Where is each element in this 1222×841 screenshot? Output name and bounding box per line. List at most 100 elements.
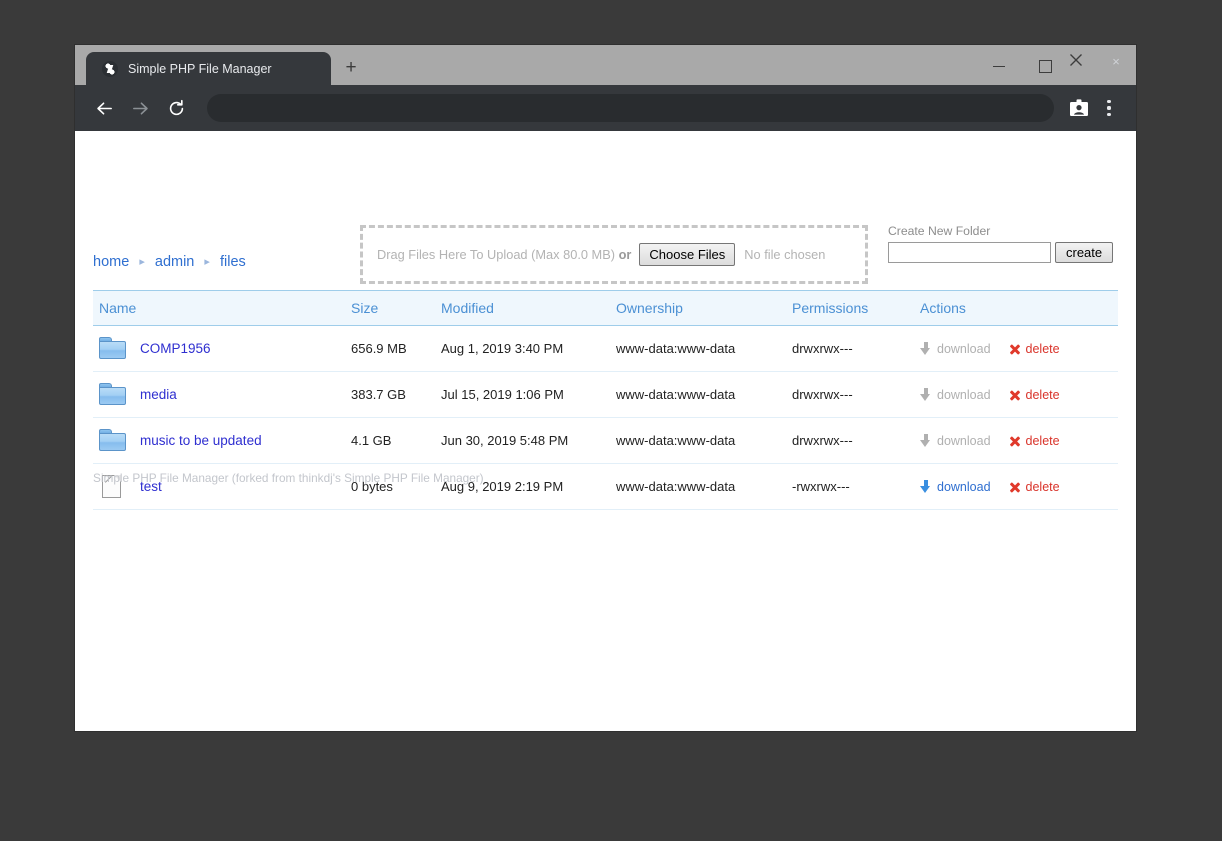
- cell-ownership: www-data:www-data: [616, 371, 792, 418]
- column-header-name[interactable]: Name: [93, 290, 351, 326]
- table-header-row: Name Size Modified Ownership Permissions…: [93, 290, 1118, 326]
- upload-dropzone[interactable]: Drag Files Here To Upload (Max 80.0 MB) …: [360, 225, 868, 284]
- cell-permissions: drwxrwx---: [792, 371, 920, 418]
- breadcrumb-item-home[interactable]: home: [93, 254, 129, 270]
- create-folder-row: create: [888, 242, 1114, 263]
- breadcrumb-item-admin[interactable]: admin: [155, 254, 195, 270]
- window-minimize-button[interactable]: [977, 53, 1021, 79]
- footer-credit: Simple PHP File Manager (forked from thi…: [93, 471, 484, 485]
- tab-title: Simple PHP File Manager: [128, 61, 272, 76]
- cell-name: COMP1956: [93, 325, 351, 372]
- upload-hint-or: or: [618, 247, 632, 262]
- cell-actions: download delete: [920, 325, 1118, 372]
- file-name-link[interactable]: COMP1956: [140, 341, 211, 356]
- cell-modified: Jul 15, 2019 1:06 PM: [441, 371, 616, 418]
- delete-label: delete: [1025, 387, 1060, 402]
- create-folder-button[interactable]: create: [1055, 242, 1114, 263]
- download-label: download: [937, 433, 991, 448]
- cell-ownership: www-data:www-data: [616, 417, 792, 464]
- download-arrow-icon: [920, 341, 931, 356]
- menu-dot: [1107, 106, 1111, 110]
- delete-label: delete: [1025, 433, 1060, 448]
- breadcrumb: home ▸ admin ▸ files: [93, 254, 246, 270]
- download-link[interactable]: download: [920, 479, 991, 494]
- upload-hint-text: Drag Files Here To Upload (Max 80.0 MB) …: [377, 247, 631, 262]
- cell-modified: Jun 30, 2019 5:48 PM: [441, 417, 616, 464]
- minimize-icon: [993, 65, 1005, 67]
- cell-actions: download delete: [920, 417, 1118, 464]
- download-link[interactable]: download: [920, 433, 991, 448]
- forward-button[interactable]: [125, 93, 155, 123]
- close-icon: [1070, 54, 1082, 66]
- download-link[interactable]: download: [920, 387, 991, 402]
- tab-strip: Simple PHP File Manager × +: [75, 45, 1136, 85]
- cell-modified: Aug 1, 2019 3:40 PM: [441, 325, 616, 372]
- cell-ownership: www-data:www-data: [616, 325, 792, 372]
- address-bar[interactable]: [207, 94, 1054, 122]
- profile-card-icon: [1070, 99, 1088, 116]
- window-maximize-button[interactable]: [1023, 53, 1067, 79]
- delete-label: delete: [1025, 341, 1060, 356]
- delete-label: delete: [1025, 479, 1060, 494]
- cell-name: media: [93, 371, 351, 418]
- maximize-icon: [1038, 59, 1052, 73]
- column-header-permissions[interactable]: Permissions: [792, 290, 920, 326]
- download-arrow-icon: [920, 479, 931, 494]
- column-header-ownership[interactable]: Ownership: [616, 290, 792, 326]
- breadcrumb-separator-icon: ▸: [204, 256, 210, 268]
- cell-actions: download delete: [920, 463, 1118, 510]
- profile-badge-icon[interactable]: [1066, 95, 1092, 121]
- column-header-actions: Actions: [920, 290, 1118, 326]
- table-row: media 383.7 GB Jul 15, 2019 1:06 PM www-…: [93, 371, 1118, 418]
- delete-link[interactable]: delete: [1009, 388, 1060, 402]
- download-link[interactable]: download: [920, 341, 991, 356]
- download-label: download: [937, 387, 991, 402]
- upload-hint-main: Drag Files Here To Upload (Max 80.0 MB): [377, 247, 616, 262]
- new-tab-button[interactable]: +: [338, 55, 364, 81]
- back-button[interactable]: [89, 93, 119, 123]
- folder-icon: [99, 383, 128, 406]
- breadcrumb-item-files[interactable]: files: [220, 254, 246, 270]
- delete-link[interactable]: delete: [1009, 342, 1060, 356]
- reload-icon: [169, 99, 183, 115]
- arrow-left-icon: [96, 101, 112, 115]
- cell-permissions: -rwxrwx---: [792, 463, 920, 510]
- new-folder-name-input[interactable]: [888, 242, 1051, 263]
- browser-tab[interactable]: Simple PHP File Manager: [86, 52, 331, 85]
- delete-link[interactable]: delete: [1009, 480, 1060, 494]
- column-header-modified[interactable]: Modified: [441, 290, 616, 326]
- delete-x-icon: [1009, 435, 1021, 447]
- folder-icon: [99, 337, 128, 360]
- delete-x-icon: [1009, 389, 1021, 401]
- cell-actions: download delete: [920, 371, 1118, 418]
- reload-button[interactable]: [161, 93, 191, 123]
- download-label: download: [937, 341, 991, 356]
- table-row: music to be updated 4.1 GB Jun 30, 2019 …: [93, 417, 1118, 464]
- create-folder-label: Create New Folder: [888, 224, 991, 238]
- choose-files-button[interactable]: Choose Files: [639, 243, 736, 266]
- no-file-chosen-label: No file chosen: [744, 247, 826, 262]
- php-file-manager-favicon: [102, 60, 118, 77]
- cell-size: 383.7 GB: [351, 371, 441, 418]
- browser-menu-icon[interactable]: [1096, 95, 1122, 121]
- cell-ownership: www-data:www-data: [616, 463, 792, 510]
- cell-permissions: drwxrwx---: [792, 325, 920, 372]
- create-folder-section: Create New Folder create: [888, 224, 1114, 263]
- folder-icon: [99, 429, 128, 452]
- file-name-link[interactable]: music to be updated: [140, 433, 262, 448]
- cell-size: 4.1 GB: [351, 417, 441, 464]
- download-arrow-icon: [920, 433, 931, 448]
- column-header-size[interactable]: Size: [351, 290, 441, 326]
- file-name-link[interactable]: media: [140, 387, 177, 402]
- browser-window: Simple PHP File Manager × + home ▸ admin…: [75, 45, 1136, 731]
- cell-permissions: drwxrwx---: [792, 417, 920, 464]
- menu-dot: [1107, 100, 1111, 104]
- delete-x-icon: [1009, 481, 1021, 493]
- browser-toolbar: [75, 85, 1136, 131]
- cell-name: music to be updated: [93, 417, 351, 464]
- delete-link[interactable]: delete: [1009, 434, 1060, 448]
- download-arrow-icon: [920, 387, 931, 402]
- breadcrumb-separator-icon: ▸: [139, 256, 145, 268]
- table-header: Name Size Modified Ownership Permissions…: [93, 290, 1118, 326]
- window-close-button[interactable]: [1069, 53, 1113, 79]
